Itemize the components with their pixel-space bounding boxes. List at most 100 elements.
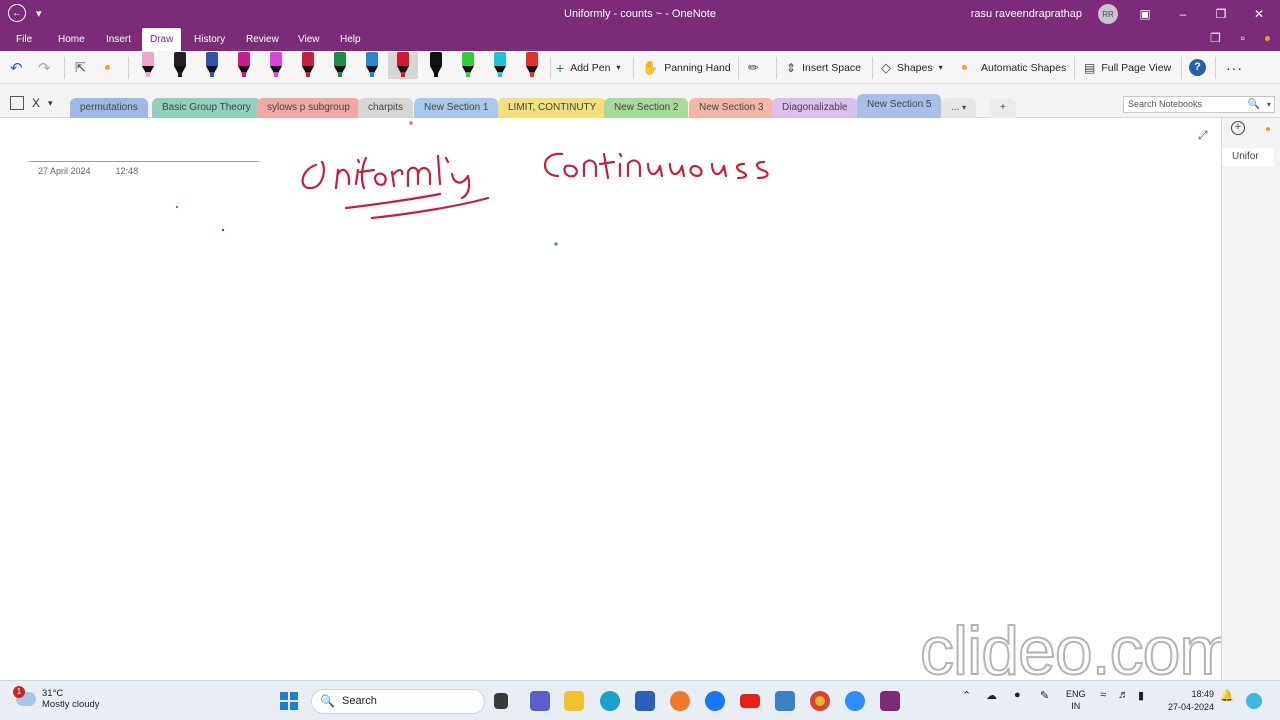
pen-11[interactable] — [460, 52, 476, 79]
tab-home[interactable]: Home — [50, 28, 93, 51]
file-explorer-icon[interactable] — [564, 691, 584, 711]
start-icon[interactable] — [280, 692, 298, 710]
more-sections-button[interactable]: ... ▾ — [941, 98, 977, 118]
show-hidden-icons[interactable]: ⌃ — [962, 689, 971, 702]
redo-icon[interactable]: ↷ — [38, 59, 51, 77]
ribbon-tabs: File Home Insert Draw History Review Vie… — [0, 28, 1280, 51]
minimize-icon[interactable]: – — [1172, 7, 1194, 21]
battery-icon[interactable]: ▮ — [1138, 689, 1144, 702]
notebook-toggle-icon[interactable] — [10, 96, 24, 110]
avatar[interactable]: RR — [1098, 4, 1118, 24]
section-tab[interactable]: LIMIT, CONTINUTY — [498, 98, 607, 118]
close-section-button[interactable]: X — [32, 96, 40, 110]
clock-date: 27-04-2024 — [1167, 702, 1214, 712]
section-tab[interactable]: Diagonalizable — [772, 98, 858, 118]
taskbar-search[interactable]: 🔍 Search — [311, 689, 485, 714]
page-entry-uniformly[interactable]: Unifor — [1222, 148, 1274, 166]
sort-pages-icon[interactable] — [1266, 127, 1270, 131]
microphone-icon[interactable]: ● — [1014, 689, 1021, 701]
pen-6[interactable] — [300, 52, 316, 79]
chevron-down-icon[interactable]: ▾ — [1267, 97, 1271, 112]
notification-bell-icon[interactable]: 🔔 — [1220, 689, 1234, 702]
volume-icon[interactable]: ♬ — [1118, 689, 1129, 701]
section-tab[interactable]: sylows p subgroup — [257, 98, 360, 118]
chrome-icon[interactable] — [810, 691, 830, 711]
photos-icon[interactable] — [775, 691, 795, 711]
chevron-down-icon[interactable]: ▾ — [48, 98, 53, 109]
search-icon[interactable]: 🔍 — [1248, 97, 1260, 112]
add-page-button[interactable]: + — [1231, 121, 1245, 135]
section-tab[interactable]: New Section 3 — [689, 98, 774, 118]
tab-review[interactable]: Review — [238, 28, 287, 51]
full-page-view-button[interactable]: ▤ Full Page View — [1084, 51, 1171, 84]
pen-icon[interactable]: ✎ — [1040, 689, 1049, 702]
add-section-button[interactable]: + — [990, 98, 1016, 118]
back-icon[interactable]: ← — [8, 4, 26, 22]
undo-icon[interactable]: ↶ — [10, 59, 23, 77]
close-icon[interactable]: ✕ — [1248, 7, 1270, 21]
ribbon-display-icon[interactable]: ▣ — [1134, 7, 1156, 21]
shapes-button[interactable]: ◇ Shapes ▾ — [881, 51, 943, 84]
panning-hand-button[interactable]: ✋ Panning Hand — [642, 51, 731, 84]
search-icon: 🔍 — [320, 694, 335, 708]
pen-4[interactable] — [236, 52, 252, 79]
pen-13[interactable] — [524, 52, 540, 79]
pen-9[interactable] — [388, 52, 418, 79]
tab-insert[interactable]: Insert — [98, 28, 139, 51]
user-name[interactable]: rasu raveendraprathap — [971, 8, 1082, 20]
insert-space-button[interactable]: ⇕ Insert Space — [786, 51, 861, 84]
section-tab[interactable]: New Section 2 — [604, 98, 689, 118]
onenote-icon[interactable] — [880, 691, 900, 711]
copilot-icon[interactable] — [1246, 693, 1262, 709]
tab-draw[interactable]: Draw — [142, 28, 182, 51]
tab-help[interactable]: Help — [332, 28, 369, 51]
pen-2[interactable] — [172, 52, 188, 79]
quick-access-icon[interactable]: ▾ — [36, 7, 42, 20]
language-code: ENG — [1066, 689, 1086, 699]
edge-icon[interactable] — [600, 691, 620, 711]
youtube-icon[interactable] — [740, 694, 760, 708]
maximize-icon[interactable]: ❐ — [1210, 7, 1232, 21]
type-mode-dot-icon[interactable] — [105, 65, 110, 70]
notification-dot-icon — [1265, 35, 1270, 41]
pen-12[interactable] — [492, 52, 508, 79]
pen-7[interactable] — [332, 52, 348, 79]
lasso-select-icon[interactable]: ⇱ — [75, 60, 86, 76]
more-options-icon[interactable]: ··· — [1226, 51, 1243, 84]
tab-file[interactable]: File — [8, 28, 40, 51]
page-canvas[interactable]: 27 April 2024 12:48 ⤢ clideo.com — [0, 118, 1237, 690]
ink-dot — [409, 121, 413, 125]
clock[interactable]: 18:49 27-04-2024 — [1162, 688, 1214, 714]
wifi-icon[interactable]: ≈ — [1100, 689, 1106, 701]
facebook-icon[interactable] — [705, 691, 725, 711]
section-tab[interactable]: New Section 5 — [857, 94, 942, 118]
task-view-icon[interactable] — [494, 693, 508, 709]
section-tab[interactable]: New Section 1 — [414, 98, 499, 118]
store-icon[interactable] — [635, 691, 655, 711]
pen-8[interactable] — [364, 52, 380, 79]
add-pen-button[interactable]: + Add Pen ▾ — [556, 51, 621, 84]
pen-5[interactable] — [268, 52, 284, 79]
hand-icon: ✋ — [642, 59, 659, 75]
teams-icon[interactable] — [530, 691, 550, 711]
help-button[interactable]: ? — [1189, 51, 1206, 84]
notebook-icon[interactable]: ❐ — [1210, 31, 1221, 45]
section-tab[interactable]: charpits — [358, 98, 414, 118]
section-tab[interactable]: Basic Group Theory — [152, 98, 261, 118]
pen-10[interactable] — [428, 52, 444, 79]
automatic-shapes-button[interactable]: Automatic Shapes — [962, 51, 1066, 84]
onedrive-icon[interactable]: ☁ — [986, 689, 997, 702]
weather-widget[interactable]: 1 31°C Mostly cloudy — [13, 686, 100, 710]
zoom-icon[interactable] — [845, 691, 865, 711]
pen-3[interactable] — [204, 52, 220, 79]
language-indicator[interactable]: ENG IN — [1066, 688, 1086, 712]
section-tab[interactable]: permutations — [70, 98, 148, 118]
tab-history[interactable]: History — [186, 28, 233, 51]
firefox-icon[interactable] — [670, 691, 690, 711]
ruler-button[interactable]: ✏ — [748, 51, 759, 84]
comment-icon[interactable]: ▫ — [1241, 31, 1245, 45]
insert-space-label: Insert Space — [802, 61, 862, 74]
tab-view[interactable]: View — [290, 28, 328, 51]
search-notebooks-field[interactable]: Search Notebooks 🔍 ▾ — [1123, 96, 1275, 113]
pen-1[interactable] — [140, 52, 156, 79]
